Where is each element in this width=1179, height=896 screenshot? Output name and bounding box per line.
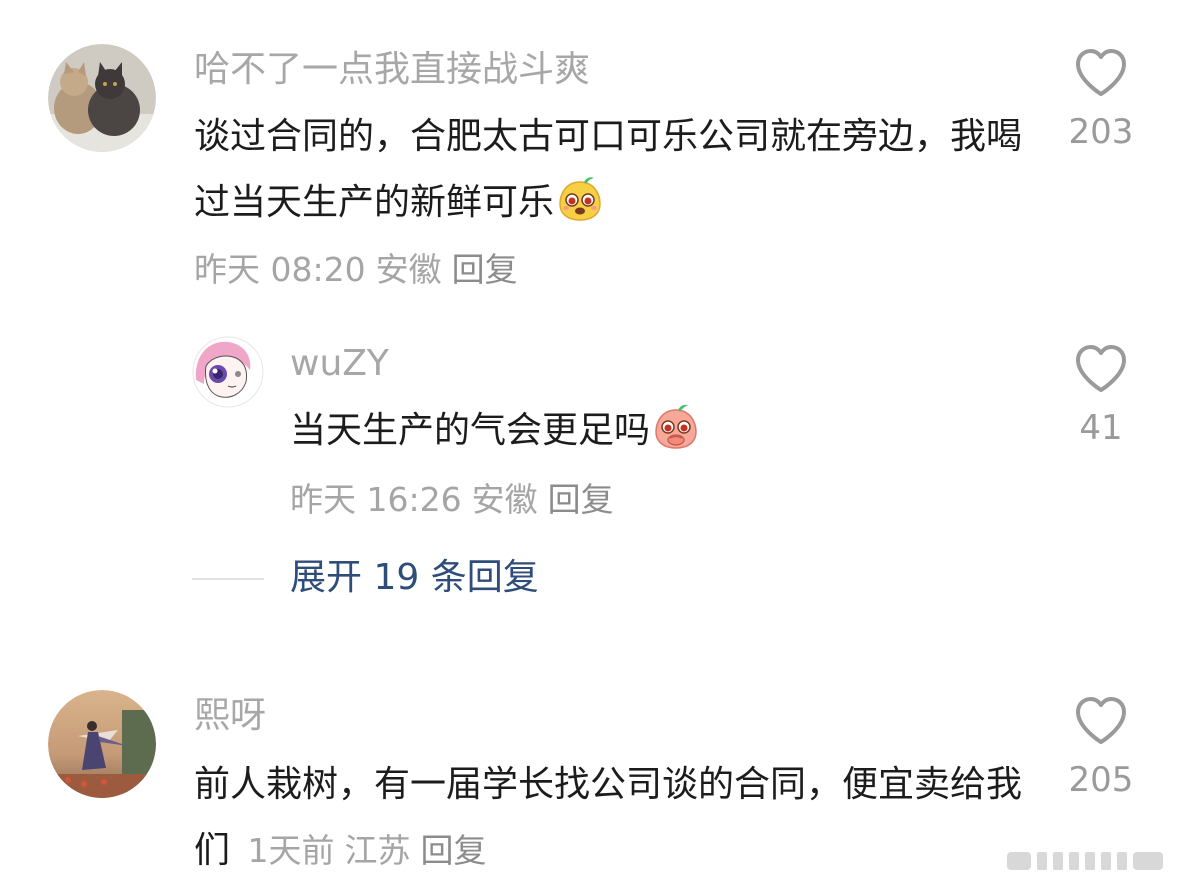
comment-meta: 昨天 08:20 安徽 回复: [194, 250, 528, 290]
cats-avatar-icon: [48, 44, 156, 152]
comment-time: 昨天 08:20: [194, 250, 366, 289]
watermark-logo: [1007, 848, 1167, 874]
reply-meta: 昨天 16:26 安徽 回复: [290, 480, 624, 520]
comment-username[interactable]: 哈不了一点我直接战斗爽: [194, 48, 590, 92]
avatar[interactable]: [48, 690, 156, 798]
yellow-smile-emoji-icon: [556, 174, 604, 244]
reply-text: 当天生产的气会更足吗: [290, 410, 651, 451]
expand-divider: [192, 578, 264, 580]
comment-location: 江苏: [344, 831, 411, 870]
reply-text-block: 当天生产的气会更足吗: [290, 398, 1010, 472]
comment-text-block: 前人栽树，有一届学长找公司谈的合同，便宜卖给我们 1天前 江苏 回复: [194, 752, 1024, 884]
like-button[interactable]: 41: [1046, 344, 1156, 448]
comment-username[interactable]: 熙呀: [194, 694, 266, 738]
comment-location: 安徽: [375, 250, 442, 289]
comment-time: 1天前: [247, 831, 335, 870]
comment-text-block: 谈过合同的，合肥太古可口可乐公司就在旁边，我喝过当天生产的新鲜可乐: [194, 104, 1024, 244]
pink-surprised-emoji-icon: [652, 402, 700, 472]
like-count: 203: [1068, 112, 1134, 152]
avatar[interactable]: [192, 336, 264, 408]
like-count: 41: [1079, 408, 1123, 448]
like-count: 205: [1068, 760, 1134, 800]
reply-location: 安徽: [471, 480, 538, 519]
reply-button[interactable]: 回复: [548, 480, 614, 519]
expand-replies-button[interactable]: 展开 19 条回复: [290, 556, 539, 600]
reply-button[interactable]: 回复: [420, 831, 486, 870]
like-button[interactable]: 203: [1046, 48, 1156, 152]
heart-icon: [1076, 697, 1126, 744]
reply-button[interactable]: 回复: [452, 250, 518, 289]
reply-time: 昨天 16:26: [290, 480, 462, 519]
comment-meta: 1天前 江苏 回复: [247, 831, 496, 870]
heart-icon: [1076, 345, 1126, 392]
comment-text: 谈过合同的，合肥太古可口可乐公司就在旁边，我喝过当天生产的新鲜可乐: [194, 116, 1023, 223]
like-button[interactable]: 205: [1046, 696, 1156, 800]
reply-username[interactable]: wuZY: [290, 342, 389, 386]
comment-list: 哈不了一点我直接战斗爽 谈过合同的，合肥太古可口可乐公司就在旁边，我喝过当天生产…: [0, 0, 1179, 896]
avatar[interactable]: [48, 44, 156, 152]
anime-girl-avatar-icon: [192, 336, 264, 408]
sunset-figure-avatar-icon: [48, 690, 156, 798]
heart-icon: [1076, 49, 1126, 96]
